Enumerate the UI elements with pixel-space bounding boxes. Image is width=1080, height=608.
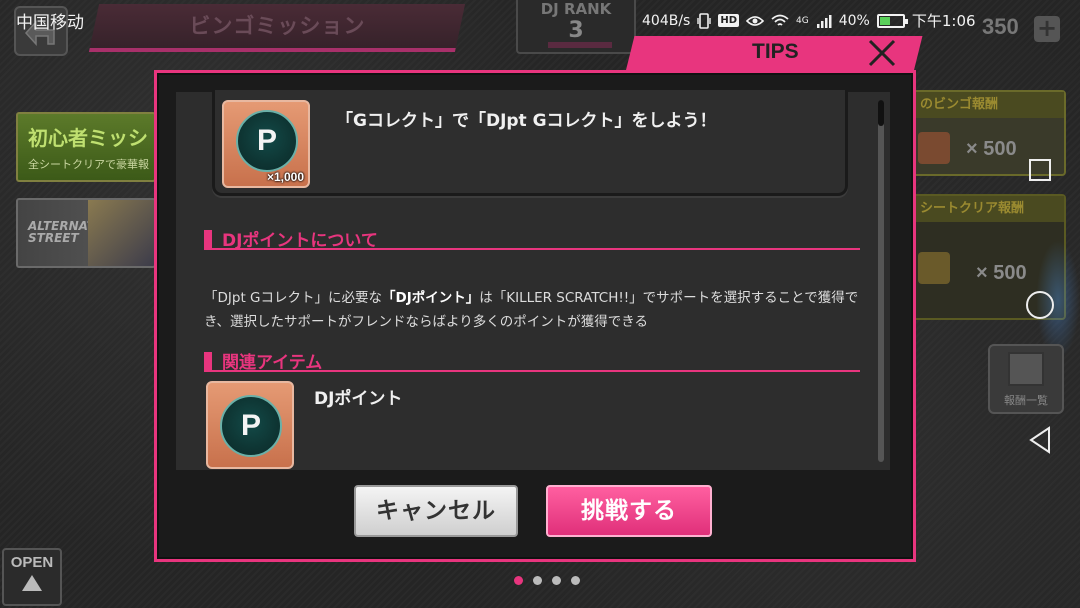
close-icon: [868, 39, 896, 67]
dj-point-coin-icon: P: [236, 110, 298, 172]
section-title-djpoint: DJポイントについて: [222, 231, 378, 251]
gift-box-icon: [1008, 352, 1044, 386]
mission-description: 「Gコレクト」で「DJpt Gコレクト」をしよう！: [336, 111, 717, 131]
recent-apps-button[interactable]: [1029, 159, 1051, 181]
reward-quantity: ×1,000: [266, 170, 304, 184]
home-button[interactable]: [1026, 291, 1054, 319]
section-marker: [204, 230, 212, 248]
up-arrow-icon: [22, 575, 42, 591]
network-type: 4G: [796, 15, 809, 26]
beginner-banner-subtitle: 全シートクリアで豪華報: [28, 158, 149, 171]
description-part1: 「DJpt Gコレクト」に必要な: [204, 290, 382, 306]
page-dot[interactable]: [533, 576, 542, 585]
mission-reward-tile: P ×1,000: [222, 100, 310, 188]
battery-percent: 40%: [838, 12, 870, 29]
carrier-name: 中国移动: [16, 13, 84, 33]
beginner-banner-title: 初心者ミッシ: [28, 126, 148, 150]
section-title-related-items: 関連アイテム: [222, 353, 323, 373]
reward-list-button[interactable]: 報酬一覧: [988, 344, 1064, 414]
description-bold: 「DJポイント」: [382, 290, 480, 306]
open-label: OPEN: [10, 554, 54, 571]
screen-title-ribbon: ビンゴミッション: [88, 4, 466, 52]
vibrate-icon: [697, 12, 712, 29]
signal-icon: [816, 14, 832, 28]
sheet-clear-reward-value: × 500: [976, 262, 1027, 284]
dj-rank-box: DJ RANK 3: [516, 0, 636, 54]
currency-count: 350: [982, 14, 1019, 39]
alternative-street-banner[interactable]: ALTERNATIVE STREET: [16, 198, 156, 268]
coin-letter: P: [240, 409, 261, 442]
bingo-reward-label: のビンゴ報酬: [914, 92, 1064, 118]
djpoint-description: 「DJpt Gコレクト」に必要な「DJポイント」は「KILLER SCRATCH…: [204, 286, 864, 334]
close-button[interactable]: [864, 36, 900, 70]
tips-title: TIPS: [752, 40, 799, 63]
dj-point-reward-icon: [918, 132, 950, 164]
sheet-clear-reward-label: シートクリア報酬: [914, 196, 1064, 222]
beginner-mission-banner[interactable]: 初心者ミッシ 全シートクリアで豪華報: [16, 112, 156, 182]
net-speed: 404B/s: [642, 12, 691, 29]
modal-scrollbar[interactable]: [878, 100, 884, 462]
dj-point-coin-icon: P: [220, 395, 282, 457]
coin-letter: P: [256, 124, 277, 157]
section-header-djpoint: DJポイントについて: [204, 224, 860, 251]
reward-list-label: 報酬一覧: [1004, 394, 1048, 407]
page-dot[interactable]: [552, 576, 561, 585]
add-currency-button[interactable]: +: [1034, 16, 1060, 42]
screen-title: ビンゴミッション: [189, 14, 366, 38]
challenge-button[interactable]: 挑戦する: [546, 485, 712, 537]
dj-rank-label: DJ RANK: [540, 0, 612, 18]
nav-back-icon[interactable]: [1028, 426, 1052, 454]
related-item-tile[interactable]: P: [206, 381, 294, 469]
dj-rank-value: 3: [568, 18, 584, 43]
battery-icon: [876, 13, 908, 28]
open-button[interactable]: OPEN: [2, 548, 62, 606]
page-dot[interactable]: [571, 576, 580, 585]
page-dot[interactable]: [514, 576, 523, 585]
wifi-icon: [771, 14, 789, 26]
bingo-reward-value: × 500: [966, 138, 1017, 160]
badge-reward-icon: [918, 252, 950, 284]
cancel-button[interactable]: キャンセル: [354, 485, 518, 537]
rank-progress-bar: [548, 42, 612, 48]
pagination-dots: [514, 576, 580, 585]
modal-scrollbar-thumb[interactable]: [878, 100, 884, 126]
eye-icon: [746, 15, 765, 26]
clock: 下午1:06: [911, 12, 976, 30]
section-header-related-items: 関連アイテム: [204, 346, 860, 373]
status-icons: 404B/s HD 4G 40% 下午1:06: [642, 10, 976, 31]
hd-badge: HD: [718, 14, 740, 27]
related-item-name: DJポイント: [314, 389, 403, 409]
banner-character-art: [88, 200, 154, 266]
section-marker: [204, 352, 212, 370]
